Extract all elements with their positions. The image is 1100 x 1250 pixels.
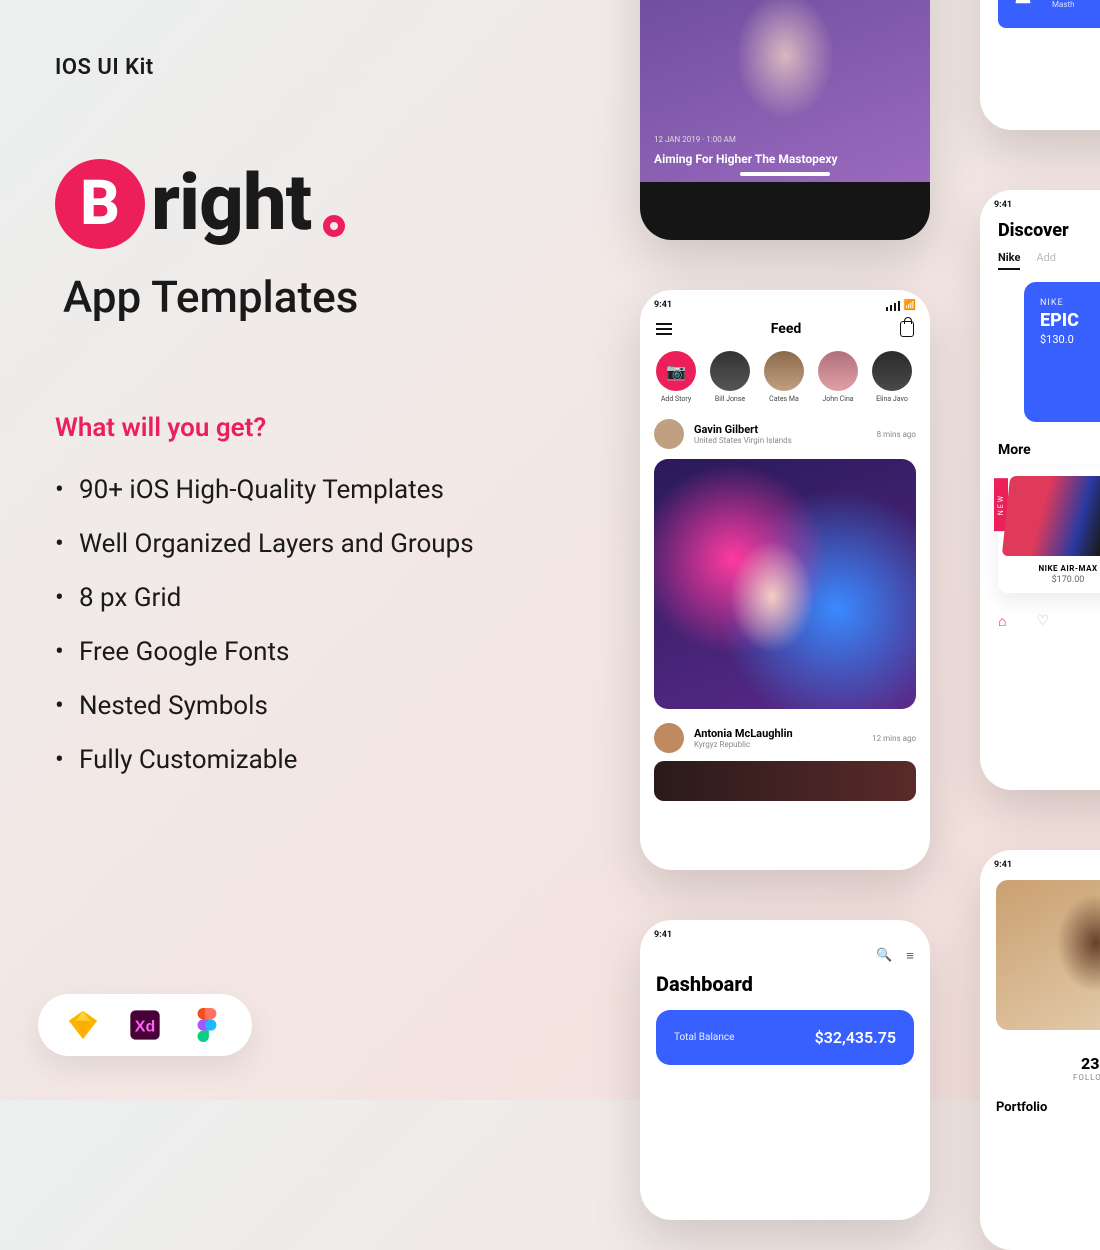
- section-heading: What will you get?: [55, 413, 575, 443]
- product-image: [1002, 476, 1100, 556]
- feature-item: Free Google Fonts: [55, 637, 575, 667]
- brand-dot-icon: [323, 215, 345, 237]
- story-label: John Cina: [822, 395, 853, 403]
- post-time: 12 mins ago: [872, 734, 916, 743]
- post-image: [654, 761, 916, 801]
- story-label: Cates Ma: [769, 395, 799, 403]
- phone-yesterday-preview: Yesterday Vema Masth: [980, 0, 1100, 130]
- phone-dashboard-preview: 9:41 🔍 ≡ Dashboard Total Balance $32,435…: [640, 920, 930, 1220]
- section-header: More: [980, 422, 1100, 468]
- category-tabs: Nike Add: [980, 251, 1100, 282]
- post-time: 8 mins ago: [877, 430, 916, 439]
- brand-badge: B: [55, 159, 145, 249]
- article-title: Aiming For Higher The Mastopexy: [654, 152, 916, 166]
- side-filter: Upcoming Featured New: [980, 282, 988, 422]
- story-item[interactable]: Elina Javo: [870, 351, 914, 403]
- feature-item: Well Organized Layers and Groups: [55, 529, 575, 559]
- bag-icon[interactable]: [900, 321, 914, 337]
- menu-icon[interactable]: ≡: [906, 948, 914, 964]
- tab-nike[interactable]: Nike: [998, 251, 1020, 270]
- story-item[interactable]: Bill Jonse: [708, 351, 752, 403]
- stat-value: 234K: [980, 1054, 1100, 1073]
- avatar[interactable]: [654, 723, 684, 753]
- svg-text:Xd: Xd: [135, 1019, 155, 1036]
- feature-list: 90+ iOS High-Quality Templates Well Orga…: [55, 475, 575, 775]
- feature-item: Nested Symbols: [55, 691, 575, 721]
- sketch-icon: [66, 1008, 100, 1042]
- post-location: United States Virgin Islands: [694, 436, 792, 445]
- camera-icon: 📷: [656, 351, 696, 391]
- post-location: Kyrgyz Republic: [694, 740, 793, 749]
- tool-icons-pill: Xd: [38, 994, 252, 1056]
- wifi-icon: 📶: [904, 300, 916, 311]
- story-label: Bill Jonse: [715, 395, 745, 403]
- brand-wordmark: right: [151, 158, 311, 249]
- profile-image: [996, 880, 1100, 1030]
- bottom-nav: ⌂ ♡: [980, 593, 1100, 630]
- product-price: $170.00: [1006, 575, 1100, 585]
- screen-title: Discover: [980, 214, 1100, 251]
- product-name: EPIC: [1040, 310, 1100, 331]
- status-time: 9:41: [654, 300, 672, 311]
- section-header: Portfolio: [980, 1086, 1100, 1115]
- home-indicator: [740, 172, 830, 176]
- contact-sub: Masth: [1052, 0, 1080, 9]
- search-icon[interactable]: 🔍: [876, 948, 892, 964]
- feature-item: 90+ iOS High-Quality Templates: [55, 475, 575, 505]
- product-price: $130.0: [1040, 333, 1100, 346]
- balance-amount: $32,435.75: [815, 1028, 896, 1047]
- add-story-button[interactable]: 📷 Add Story: [654, 351, 698, 403]
- story-label: Add Story: [661, 395, 691, 403]
- brand-badge-letter: B: [80, 173, 120, 235]
- balance-label: Total Balance: [674, 1032, 734, 1043]
- adobe-xd-icon: Xd: [128, 1008, 162, 1042]
- article-meta: 12 JAN 2019 · 1:00 AM: [654, 135, 736, 144]
- phone-feed-preview: 9:41 📶 Feed 📷 Add Story Bill Jonse Cates …: [640, 290, 930, 870]
- featured-product-card[interactable]: NIKE EPIC $130.0: [1024, 282, 1100, 422]
- status-time: 9:41: [994, 200, 1012, 210]
- stat-label: FOLLOWERS: [980, 1073, 1100, 1082]
- avatar[interactable]: [654, 419, 684, 449]
- kicker: IOS UI Kit: [55, 55, 575, 80]
- heart-icon[interactable]: ♡: [1036, 613, 1049, 630]
- status-time: 9:41: [654, 930, 672, 940]
- balance-card[interactable]: Total Balance $32,435.75: [656, 1010, 914, 1065]
- product-brand: NIKE: [1040, 298, 1100, 308]
- home-icon[interactable]: ⌂: [998, 613, 1006, 630]
- menu-icon[interactable]: [656, 323, 672, 335]
- feature-item: 8 px Grid: [55, 583, 575, 613]
- person-icon: [1012, 0, 1040, 12]
- post-author: Antonia McLaughlin: [694, 727, 793, 740]
- screen-title: Dashboard: [640, 972, 930, 1010]
- figma-icon: [190, 1008, 224, 1042]
- story-item[interactable]: Cates Ma: [762, 351, 806, 403]
- status-time: 9:41: [994, 860, 1012, 870]
- stories-row: 📷 Add Story Bill Jonse Cates Ma John Cina…: [640, 347, 930, 409]
- story-item[interactable]: John Cina: [816, 351, 860, 403]
- subtitle: App Templates: [63, 271, 575, 323]
- product-name: NIKE AIR-MAX: [1006, 564, 1100, 573]
- phone-discover-preview: 9:41 Discover Nike Add Upcoming Featured…: [980, 190, 1100, 790]
- phone-profile-preview: 9:41 234K FOLLOWERS Portfolio: [980, 850, 1100, 1250]
- contact-card[interactable]: Vema Masth: [998, 0, 1100, 28]
- feature-item: Fully Customizable: [55, 745, 575, 775]
- signal-icon: 📶: [886, 300, 916, 311]
- screen-title: Feed: [771, 321, 802, 337]
- story-label: Elina Javo: [876, 395, 908, 403]
- post-author: Gavin Gilbert: [694, 423, 792, 436]
- phone-article-preview: The Women Who Use Them Randall Mason Sel…: [640, 0, 930, 240]
- brand-logo: B right: [55, 158, 575, 249]
- post-image[interactable]: [654, 459, 916, 709]
- product-card[interactable]: NEW NIKE AIR-MAX $170.00: [998, 468, 1100, 593]
- tab-add[interactable]: Add: [1036, 251, 1056, 270]
